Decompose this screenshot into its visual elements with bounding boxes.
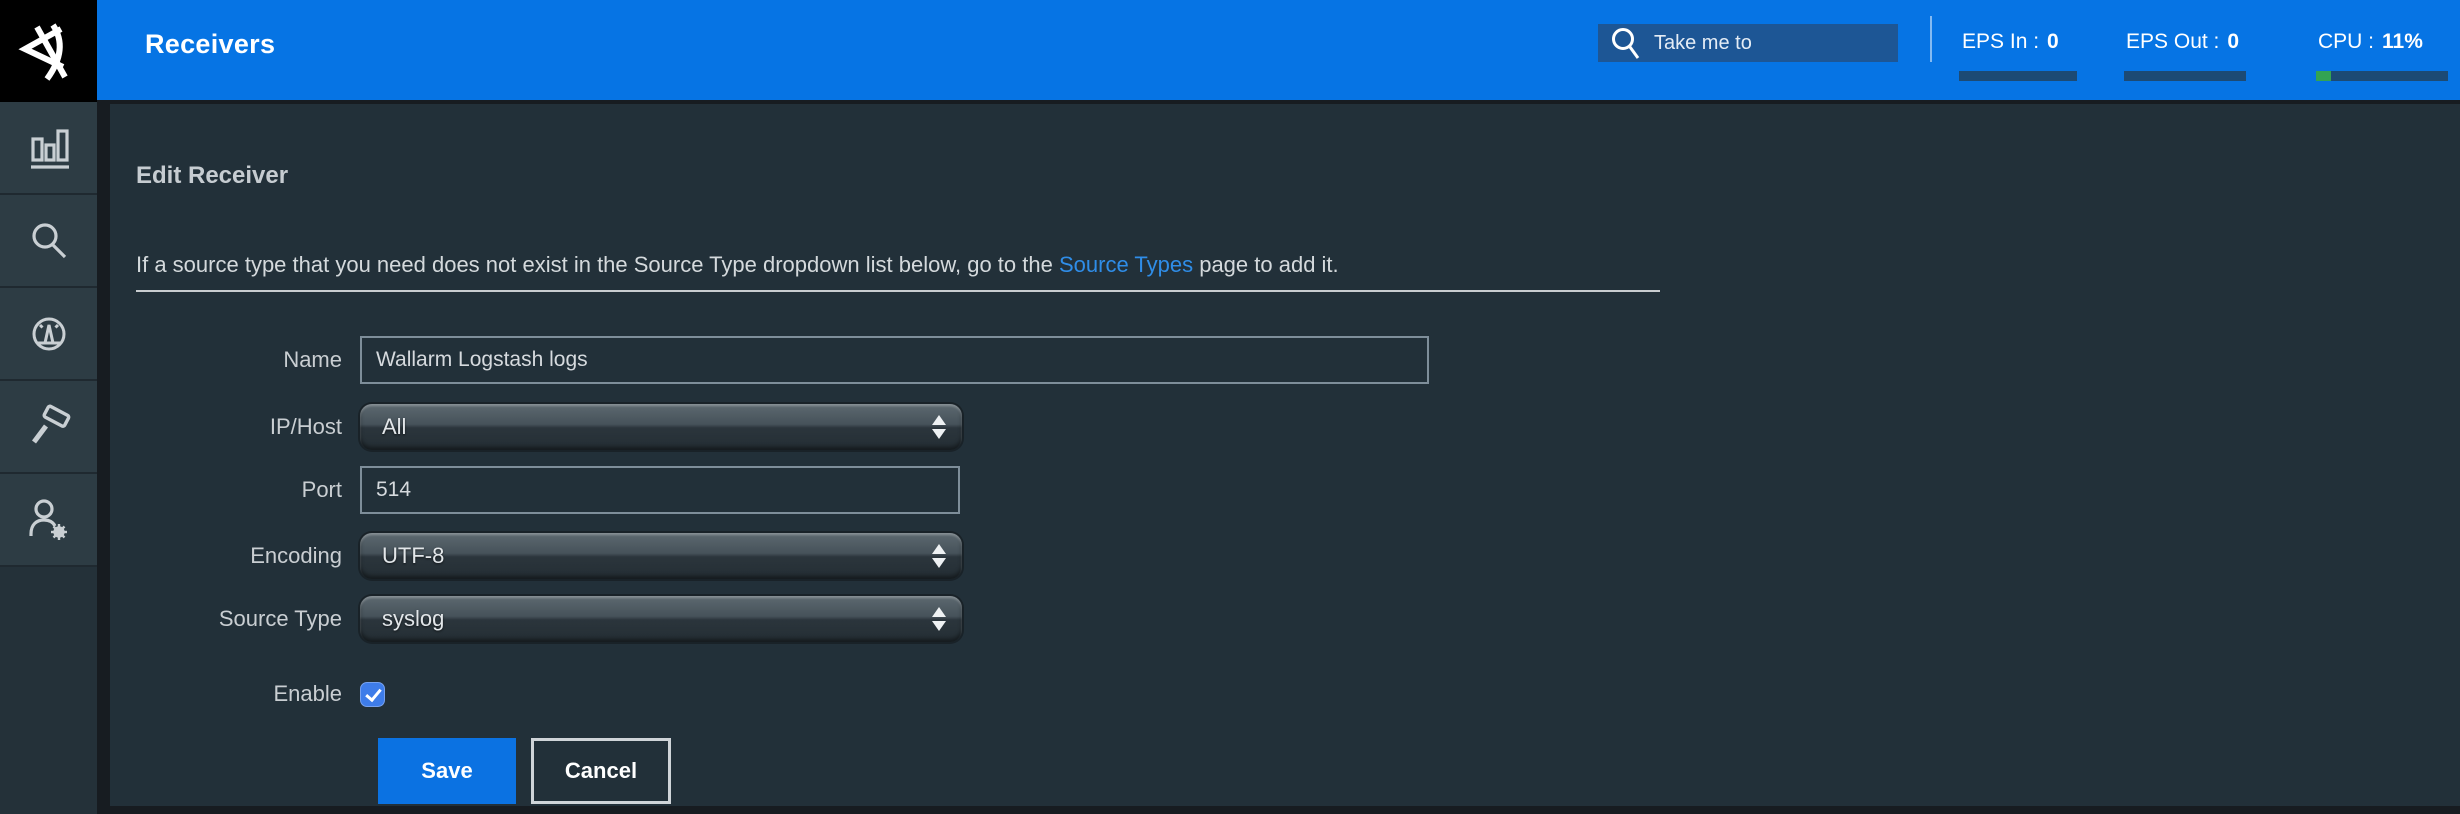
source-type-selected-value: syslog	[382, 606, 444, 632]
cpu-label: CPU :	[2318, 30, 2374, 53]
search-input[interactable]	[1640, 24, 1919, 62]
eps-out-bar	[2124, 71, 2246, 81]
panel-heading: Edit Receiver	[136, 162, 288, 190]
cpu-value: 11%	[2382, 30, 2423, 53]
enable-checkbox[interactable]	[360, 682, 385, 707]
sidebar-nav	[0, 102, 97, 814]
encoding-label: Encoding	[110, 543, 360, 569]
source-type-row: Source Type syslog	[110, 596, 962, 642]
eps-in-value: 0	[2047, 30, 2059, 53]
quick-search[interactable]	[1598, 24, 1898, 62]
bar-chart-icon	[23, 122, 75, 174]
sidebar-item-configuration[interactable]	[0, 381, 97, 474]
name-field[interactable]	[360, 336, 1429, 384]
select-arrows-icon	[932, 533, 946, 579]
name-label: Name	[110, 347, 360, 373]
save-button[interactable]: Save	[378, 738, 516, 804]
sidebar-item-dashboards[interactable]	[0, 102, 97, 195]
header-divider	[1930, 16, 1932, 62]
arcsight-logo[interactable]	[0, 0, 97, 102]
eps-out-value: 0	[2227, 30, 2239, 53]
gavel-icon	[23, 401, 75, 453]
enable-label: Enable	[110, 681, 360, 707]
select-arrows-icon	[932, 596, 946, 642]
enable-row: Enable	[110, 681, 385, 707]
ip-host-row: IP/Host All	[110, 404, 962, 450]
name-row: Name	[110, 336, 1429, 384]
source-types-link[interactable]: Source Types	[1059, 252, 1193, 277]
user-settings-icon	[23, 494, 75, 546]
search-icon	[1610, 26, 1640, 60]
ip-host-label: IP/Host	[110, 414, 360, 440]
gauge-icon	[23, 308, 75, 360]
edit-receiver-panel: Edit Receiver If a source type that you …	[110, 104, 2460, 806]
note-divider	[136, 290, 1660, 292]
source-type-select[interactable]: syslog	[360, 596, 962, 642]
app-window: Receivers EPS In : 0 EPS Out : 0 CPU : 11%	[0, 0, 2460, 814]
sidebar-item-search[interactable]	[0, 195, 97, 288]
encoding-selected-value: UTF-8	[382, 543, 444, 569]
port-label: Port	[110, 477, 360, 503]
ip-host-selected-value: All	[382, 414, 406, 440]
select-arrows-icon	[932, 404, 946, 450]
search-nav-icon	[23, 215, 75, 267]
note-text-after: page to add it.	[1193, 252, 1339, 277]
eps-out-label: EPS Out :	[2126, 30, 2219, 53]
port-row: Port	[110, 466, 960, 514]
note-text-before: If a source type that you need does not …	[136, 252, 1059, 277]
cancel-button[interactable]: Cancel	[531, 738, 671, 804]
sidebar-item-monitoring[interactable]	[0, 288, 97, 381]
port-field[interactable]	[360, 466, 960, 514]
form-actions: Save Cancel	[378, 738, 671, 804]
arcsight-logo-icon	[17, 15, 81, 87]
source-type-note: If a source type that you need does not …	[136, 252, 1339, 278]
top-bar: Receivers EPS In : 0 EPS Out : 0 CPU : 11%	[0, 0, 2460, 100]
ip-host-select[interactable]: All	[360, 404, 962, 450]
eps-in-bar	[1959, 71, 2077, 81]
cpu-bar	[2316, 71, 2448, 81]
encoding-select[interactable]: UTF-8	[360, 533, 962, 579]
eps-in-label: EPS In :	[1962, 30, 2039, 53]
page-title: Receivers	[145, 0, 275, 88]
encoding-row: Encoding UTF-8	[110, 533, 962, 579]
sidebar-item-admin[interactable]	[0, 474, 97, 567]
source-type-label: Source Type	[110, 606, 360, 632]
